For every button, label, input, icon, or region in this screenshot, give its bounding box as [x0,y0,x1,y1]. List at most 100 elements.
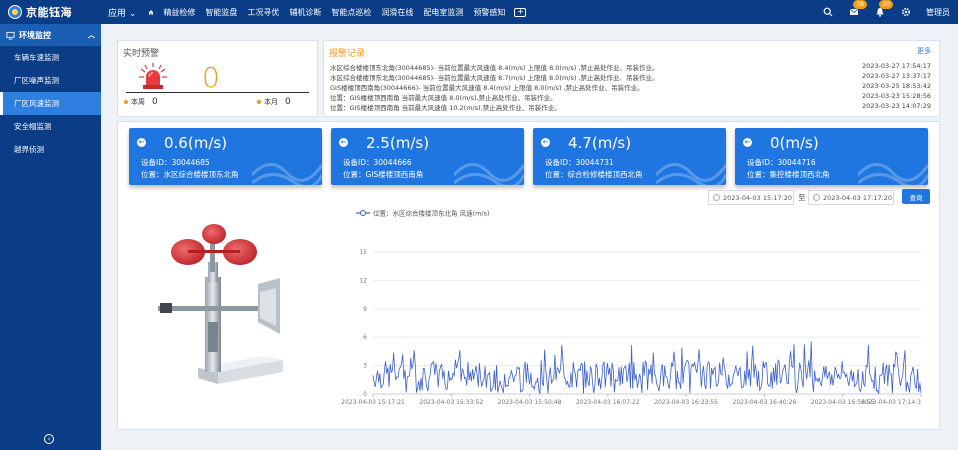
sidebar-item-wind-speed[interactable]: 厂区风速监测 [0,92,101,115]
y-tick-label: 12 [359,277,367,284]
legend-label: 位置：水区综合楼楼顶东北角 风速(m/s) [373,209,490,218]
series-line [372,341,922,395]
alarm-records-panel: 报警记录 更多 水区综合楼楼顶东北角(30044685)- 当前位置最大风速值 … [323,40,940,117]
wind-card[interactable]: ← 0.6(m/s) 设备ID：30044685 位置：水区综合楼楼顶东北角 [129,128,322,185]
message-icon[interactable]: 38 [848,0,867,18]
nav-item-jingyi[interactable]: 精益检修 [158,7,200,18]
message-count-badge: 38 [853,0,867,9]
sidebar-item-label: 安全帽监测 [14,122,52,131]
divider [126,92,309,93]
home-icon[interactable] [144,8,158,17]
nav-item-monitor[interactable]: 智能监盘 [200,7,242,18]
arrow-left-icon: ← [137,138,146,147]
device-id: 设备ID：30044716 [747,158,816,167]
top-bar: 京能钰海 应用 ⌄ 精益检修 智能监盘 工况寻优 辅机诊断 智能点巡检 润滑在线… [0,0,958,24]
notification-count-badge: 20 [879,0,893,9]
x-tick-label: 2023-04-03 15:50:48 [498,399,562,406]
top-right-tools: 38 20 管理员 [822,0,950,24]
month-stat: 本月 0 [257,97,291,107]
record-text: 位置：GIS楼楼顶西南角 当前最大风速值 10.2(m/s),禁止高处作业、吊装… [330,104,561,112]
arrow-left-icon: ← [339,138,348,147]
start-date-input[interactable]: 2023-04-03 15:17:20 [708,190,794,205]
nav-item-distribution[interactable]: 配电室监测 [418,7,468,18]
nav-item-inspection[interactable]: 智能点巡检 [326,7,376,18]
add-tab-icon[interactable]: + [514,7,527,17]
wind-speed-value: 2.5(m/s) [366,134,430,152]
device-location: 位置：综合检修楼楼顶西北角 [545,170,643,179]
y-tick-label: 15 [359,249,367,256]
anemometer-illustration-icon [158,224,283,384]
list-item[interactable]: 水区综合楼楼顶东北角(30044685)- 当前位置最大风速值 8.7(m/s)… [330,72,931,82]
end-date-input[interactable]: 2023-04-03 17:17:20 [808,190,894,205]
list-item[interactable]: 位置：GIS楼楼顶西南角 当前最大风速值 8.0(m/s),禁止高处作业、吊装作… [330,92,931,102]
device-id: 设备ID：30044685 [141,158,210,167]
sidebar-item-helmet[interactable]: 安全帽监测 [0,115,101,138]
search-icon[interactable] [822,6,834,18]
alarm-siren-icon [139,63,167,89]
chart-legend: 位置：水区综合楼楼顶东北角 风速(m/s) [356,209,490,218]
wind-card[interactable]: ← 2.5(m/s) 设备ID：30044666 位置：GIS楼楼顶西南角 [331,128,524,185]
nav-item-lubrication[interactable]: 润滑在线 [376,7,418,18]
query-button[interactable]: 查询 [902,189,930,204]
list-item[interactable]: 位置：GIS楼楼顶西南角 当前最大风速值 10.2(m/s),禁止高处作业、吊装… [330,102,931,112]
y-tick-label: 6 [363,334,367,341]
y-tick-label: 0 [363,391,367,398]
start-date-value: 2023-04-03 15:17:20 [723,193,793,202]
nav-item-optimize[interactable]: 工况寻优 [242,7,284,18]
nav-item-warning[interactable]: 预警感知 [468,7,510,18]
arrow-left-icon: ← [541,138,550,147]
device-id: 设备ID：30044731 [545,158,614,167]
x-tick-label: 2023-04-03 16:23:55 [654,399,718,406]
record-time: 2023-03-27 13:37:17 [861,72,931,80]
bell-icon[interactable]: 20 [874,0,893,18]
clock-icon [713,194,720,201]
chevron-up-icon: ︿ [88,31,95,39]
device-location: 位置：GIS楼楼顶西南角 [343,170,424,179]
x-tick-label: 2023-04-03 17:14:3 [861,399,921,406]
brand[interactable]: 京能钰海 [0,0,101,24]
sidebar-group-label: 环境监控 [19,30,51,40]
list-item[interactable]: 水区综合楼楼顶东北角(30044685)- 当前位置最大风速值 8.4(m/s)… [330,62,931,72]
more-link[interactable]: 更多 [917,46,931,56]
x-tick-label: 2023-04-03 16:07:22 [576,399,640,406]
gear-icon[interactable] [900,6,912,18]
end-date-value: 2023-04-03 17:17:20 [823,193,893,202]
wind-card[interactable]: ← 4.7(m/s) 设备ID：30044731 位置：综合检修楼楼顶西北角 [533,128,726,185]
brand-name: 京能钰海 [26,6,72,19]
record-time: 2023-03-27 17:54:17 [861,62,931,70]
wind-speed-value: 0.6(m/s) [164,134,228,152]
sidebar-item-label: 厂区风速监测 [14,99,59,108]
month-value: 0 [285,97,291,107]
collapse-sidebar-icon[interactable]: ‹ [44,434,54,444]
y-tick-label: 9 [363,306,367,313]
sidebar-item-vehicle-speed[interactable]: 车辆车速监测 [0,46,101,69]
list-item[interactable]: GIS楼楼顶西南角(30044666)- 当前位置最大风速值 8.4(m/s) … [330,82,931,92]
device-location: 位置：水区综合楼楼顶东北角 [141,170,239,179]
arrow-left-icon: ← [743,138,752,147]
sidebar-item-boundary[interactable]: 越界侦测 [0,138,101,161]
dot-icon [257,100,261,104]
record-text: GIS楼楼顶西南角(30044666)- 当前位置最大风速值 8.4(m/s) … [330,84,644,92]
device-id: 设备ID：30044666 [343,158,412,167]
nav-item-diagnosis[interactable]: 辅机诊断 [284,7,326,18]
nav-apps-menu[interactable]: 应用 ⌄ [103,6,144,19]
panel-title: 报警记录 [329,49,366,59]
x-tick-label: 2023-04-03 15:33:52 [419,399,483,406]
date-separator: 至 [798,193,806,202]
sidebar-item-label: 车辆车速监测 [14,53,59,62]
clock-icon [813,194,820,201]
wave-decoration-icon [656,163,726,185]
device-location: 位置：集控楼楼顶西北角 [747,170,830,179]
monitor-icon [6,31,15,40]
record-text: 水区综合楼楼顶东北角(30044685)- 当前位置最大风速值 8.7(m/s)… [330,74,659,82]
panel-title: 实时预警 [123,49,160,59]
sidebar-item-label: 越界侦测 [14,145,44,154]
sidebar-item-noise[interactable]: 厂区噪声监测 [0,69,101,92]
realtime-alarm-panel: 实时预警 0 本周 0 本月 0 [117,40,318,117]
week-stat: 本周 0 [124,97,158,107]
wind-card[interactable]: ← 0(m/s) 设备ID：30044716 位置：集控楼楼顶西北角 [735,128,928,185]
week-value: 0 [152,97,158,107]
dot-icon [124,100,128,104]
user-name[interactable]: 管理员 [926,7,950,18]
sidebar-group-environment[interactable]: 环境监控 ︿ [0,24,101,46]
